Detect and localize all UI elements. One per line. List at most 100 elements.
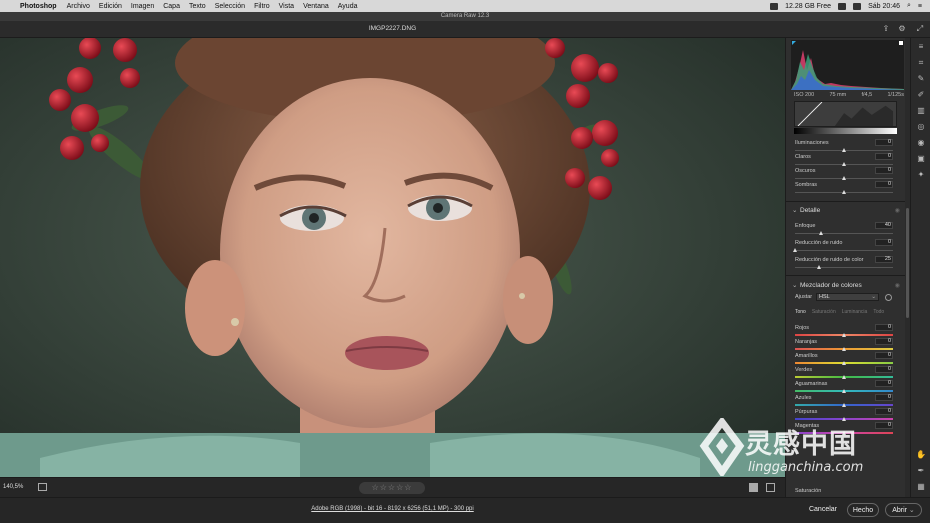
portrait-image (0, 38, 785, 477)
slider-thumb[interactable] (841, 162, 846, 166)
section-detalle[interactable]: ⌄ Detalle ◉ (792, 205, 902, 217)
grid-icon[interactable]: ▦ (916, 482, 926, 492)
cancel-button[interactable]: Cancelar (806, 503, 840, 517)
image-preview[interactable] (0, 38, 785, 477)
tab-todo[interactable]: Todo (873, 309, 884, 315)
shutter-speed: 1/125s (887, 92, 904, 98)
menu-edicion[interactable]: Edición (99, 3, 122, 10)
red-eye-icon[interactable]: ◉ (916, 138, 926, 148)
preview-bar: 140,5% ☆☆☆☆☆ (0, 477, 785, 497)
menu-bar: Photoshop Archivo Edición Imagen Capa Te… (0, 0, 930, 12)
watermark-logo-icon (699, 418, 745, 476)
slider-enfoque[interactable]: Enfoque 40 (795, 222, 893, 237)
search-icon[interactable]: ⌕ (907, 2, 911, 10)
chevron-down-icon: ⌄ (792, 207, 798, 214)
done-button[interactable]: Hecho (847, 503, 879, 517)
open-button[interactable]: Abrir ⌄ (885, 503, 922, 517)
slider-thumb[interactable] (841, 333, 846, 337)
app-menu[interactable]: Photoshop (20, 3, 57, 10)
hsl-slider-5[interactable]: Azules 0 (795, 394, 893, 409)
edit-icon[interactable]: ≡ (916, 42, 926, 52)
slider-thumb[interactable] (817, 265, 821, 269)
menu-filtro[interactable]: Filtro (254, 3, 270, 10)
slider-thumb[interactable] (792, 248, 797, 252)
menu-list-icon[interactable]: ≡ (918, 3, 922, 10)
slider-sombras[interactable]: Sombras 0 (795, 181, 893, 196)
workflow-options-link[interactable]: Adobe RGB (1998) - bit 16 - 8192 x 6256 … (0, 506, 785, 512)
healing-icon[interactable]: ✎ (916, 74, 926, 84)
sampler-icon[interactable]: ✒ (916, 466, 926, 476)
menu-imagen[interactable]: Imagen (131, 3, 154, 10)
battery-icon[interactable] (853, 2, 862, 10)
save-icon[interactable]: ⇪ (882, 25, 890, 33)
tool-strip: ≡ ⌗ ✎ ✐ ▥ ◎ ◉ ▣ ✦ ✋ ✒ ▦ (910, 38, 930, 497)
slider-claros[interactable]: Claros 0 (795, 153, 893, 168)
tab-saturacion[interactable]: Saturación (812, 309, 836, 315)
snapshots-icon[interactable]: ▣ (916, 154, 926, 164)
top-toolbar: IMGP2227.DNG ⇪ ⚙ ⤢ (0, 21, 930, 38)
menu-seleccion[interactable]: Selección (215, 3, 245, 10)
chevron-down-icon: ⌄ (792, 282, 798, 289)
hand-icon[interactable]: ✋ (916, 450, 926, 460)
slider-thumb[interactable] (841, 148, 846, 152)
zoom-level[interactable]: 140,5% (3, 484, 23, 490)
tab-tono[interactable]: Tono (795, 309, 806, 315)
slider-reduccion-ruido[interactable]: Reducción de ruido 0 (792, 239, 893, 254)
status-icon[interactable] (770, 2, 779, 10)
curve-gradient[interactable] (794, 128, 897, 134)
presets-icon[interactable]: ✦ (916, 170, 926, 180)
menubar-clock[interactable]: Sáb 20:46 (868, 3, 900, 10)
hsl-slider-0[interactable]: Rojos 0 (795, 324, 893, 339)
gear-icon[interactable]: ⚙ (898, 25, 906, 33)
eye-icon[interactable]: ◉ (895, 205, 900, 217)
menu-ayuda[interactable]: Ayuda (338, 3, 358, 10)
hsl-tabs: Tono Saturación Luminancia Todo (795, 309, 884, 315)
filmstrip-icon[interactable] (38, 483, 47, 491)
radial-gradient-icon[interactable]: ◎ (916, 122, 926, 132)
slider-oscuros[interactable]: Oscuros 0 (795, 167, 893, 182)
iso: ISO 200 (794, 92, 815, 98)
eye-icon[interactable]: ◉ (895, 280, 900, 292)
crop-icon[interactable]: ⌗ (916, 58, 926, 68)
menu-archivo[interactable]: Archivo (67, 3, 90, 10)
slider-thumb[interactable] (841, 389, 846, 393)
slider-thumb[interactable] (841, 403, 846, 407)
brush-icon[interactable]: ✐ (916, 90, 926, 100)
watermark-title: 灵感中国 (745, 429, 857, 460)
slider-iluminaciones[interactable]: Iluminaciones 0 (795, 139, 893, 154)
star-rating[interactable]: ☆☆☆☆☆ (359, 482, 425, 494)
fullscreen-icon[interactable]: ⤢ (916, 25, 924, 33)
wifi-icon[interactable] (838, 2, 847, 10)
menu-vista[interactable]: Vista (279, 3, 294, 10)
memory-status: 12.28 GB Free (785, 2, 832, 10)
watermark-url: lingganchina.com (748, 460, 864, 475)
target-adjust-icon[interactable] (885, 294, 892, 301)
exif-info: ISO 200 75 mm f/4,5 1/125s (794, 92, 904, 98)
slider-thumb[interactable] (841, 176, 846, 180)
hsl-slider-4[interactable]: Aguamarinas 0 (795, 380, 893, 395)
slider-reduccion-ruido-color[interactable]: Reducción de ruido de color 25 (795, 256, 893, 271)
chevron-down-icon: ⌄ (871, 294, 876, 300)
hsl-slider-1[interactable]: Naranjas 0 (795, 338, 893, 353)
tab-luminancia[interactable]: Luminancia (842, 309, 868, 315)
footer-bar: Adobe RGB (1998) - bit 16 - 8192 x 6256 … (0, 497, 930, 523)
menu-capa[interactable]: Capa (163, 3, 180, 10)
linear-gradient-icon[interactable]: ▥ (916, 106, 926, 116)
section-mezclador[interactable]: ⌄ Mezclador de colores ◉ (792, 280, 902, 292)
watermark: 灵感中国 lingganchina.com (692, 418, 882, 492)
slider-thumb[interactable] (841, 347, 846, 351)
ajustar-select[interactable]: HSL ⌄ (816, 293, 879, 301)
menu-texto[interactable]: Texto (189, 3, 206, 10)
focal-length: 75 mm (829, 92, 847, 98)
tone-curve[interactable] (794, 101, 897, 127)
slider-thumb[interactable] (841, 375, 846, 379)
slider-thumb[interactable] (841, 361, 846, 365)
histogram (791, 40, 904, 90)
menu-ventana[interactable]: Ventana (303, 3, 329, 10)
hsl-slider-2[interactable]: Amarillos 0 (795, 352, 893, 367)
hsl-slider-3[interactable]: Verdes 0 (795, 366, 893, 381)
slider-thumb[interactable] (841, 190, 846, 194)
window-title: Camera Raw 12.3 (0, 12, 930, 21)
aperture: f/4,5 (861, 92, 873, 98)
slider-thumb[interactable] (818, 231, 823, 235)
